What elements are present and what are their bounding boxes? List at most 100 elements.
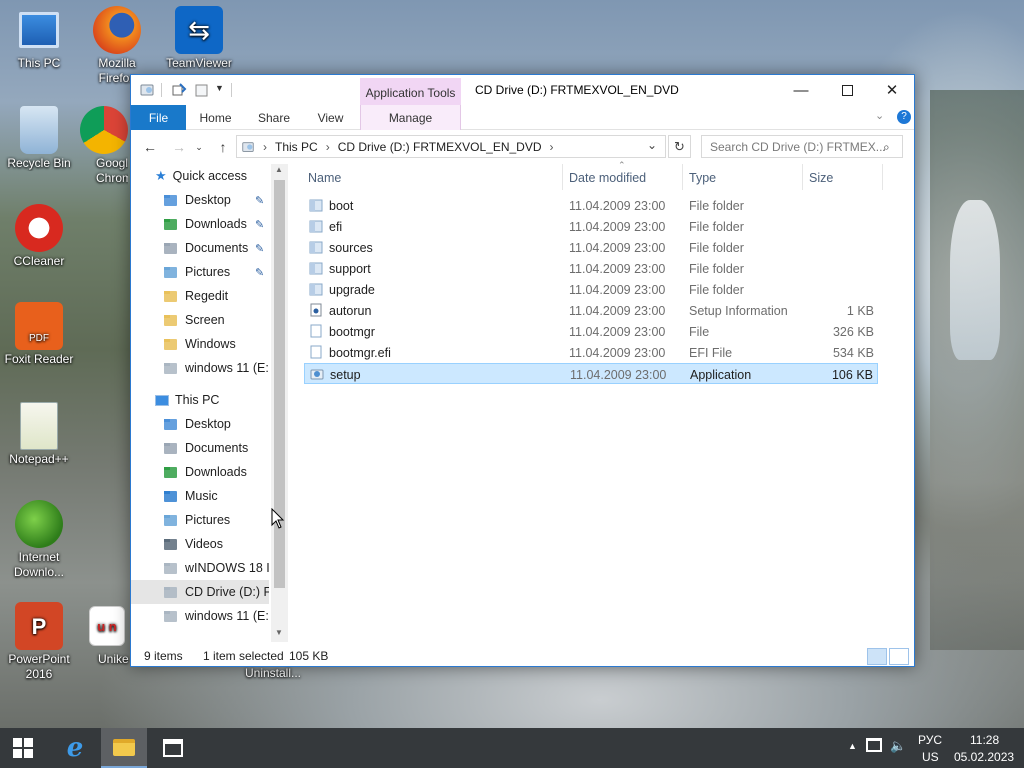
nav-quick-item[interactable]: Pictures ✎ bbox=[131, 260, 269, 284]
maximize-button[interactable] bbox=[824, 75, 870, 105]
file-type: Application bbox=[690, 368, 752, 382]
nav-pc-item[interactable]: Pictures bbox=[131, 508, 269, 532]
desktop-icon-ccleaner[interactable]: CCleaner bbox=[2, 204, 76, 269]
nav-quick-item[interactable]: Desktop ✎ bbox=[131, 188, 269, 212]
properties-icon[interactable] bbox=[171, 82, 187, 98]
minimize-button[interactable]: — bbox=[778, 75, 824, 105]
nav-quick-item[interactable]: Downloads ✎ bbox=[131, 212, 269, 236]
help-icon[interactable]: ? bbox=[897, 110, 911, 124]
desktop-icon-powerpoint[interactable]: P PowerPoint 2016 bbox=[2, 602, 76, 682]
nav-label: Downloads bbox=[185, 217, 247, 231]
scroll-down-arrow[interactable]: ▼ bbox=[275, 628, 283, 637]
taskbar-internet-explorer[interactable]: e bbox=[52, 728, 98, 768]
desktop-icon-recycle-bin[interactable]: Recycle Bin bbox=[2, 106, 76, 171]
taskbar-store[interactable] bbox=[150, 728, 196, 768]
nav-quick-item[interactable]: Windows bbox=[131, 332, 269, 356]
close-button[interactable]: ✕ bbox=[869, 75, 915, 105]
nav-quick-item[interactable]: Documents ✎ bbox=[131, 236, 269, 260]
table-row[interactable]: efi 11.04.2009 23:00 File folder bbox=[304, 216, 878, 237]
selection-size: 105 KB bbox=[289, 649, 329, 663]
nav-quick-item[interactable]: windows 11 (E:) bbox=[131, 356, 269, 380]
address-bar-row: ← → ⌄ ↑ › This PC › CD Drive (D:) FRTMEX… bbox=[131, 131, 914, 162]
videos-icon bbox=[164, 539, 177, 550]
table-row[interactable]: autorun 11.04.2009 23:00 Setup Informati… bbox=[304, 300, 878, 321]
column-header-name[interactable]: Name bbox=[304, 164, 563, 190]
keyboard-layout[interactable]: US bbox=[922, 750, 939, 764]
new-folder-icon[interactable] bbox=[194, 82, 210, 98]
nav-scrollbar[interactable]: ▲ ▼ bbox=[271, 164, 288, 642]
back-button[interactable]: ← bbox=[139, 137, 161, 157]
desktop-icon-foxit[interactable]: PDF Foxit Reader bbox=[2, 302, 76, 367]
clock-date[interactable]: 05.02.2023 bbox=[954, 750, 1014, 764]
language-indicator[interactable]: РУС bbox=[918, 733, 942, 747]
clock-time[interactable]: 11:28 bbox=[970, 733, 999, 747]
nav-pc-item[interactable]: CD Drive (D:) FR bbox=[131, 580, 269, 604]
nav-label: Videos bbox=[185, 537, 223, 551]
expand-ribbon-chevron-icon[interactable]: ⌄ bbox=[875, 109, 884, 122]
column-header-size[interactable]: Size bbox=[803, 164, 883, 190]
column-header-date[interactable]: Date modified bbox=[563, 164, 683, 190]
nav-pc-item[interactable]: Documents bbox=[131, 436, 269, 460]
desktop-icon-unikey[interactable]: u n Unike bbox=[84, 602, 130, 667]
large-icons-view-button[interactable] bbox=[889, 648, 909, 665]
customize-qa-chevron-icon[interactable]: ▼ bbox=[215, 83, 231, 99]
table-row[interactable]: sources 11.04.2009 23:00 File folder bbox=[304, 237, 878, 258]
nav-quick-access[interactable]: ★ Quick access bbox=[131, 164, 269, 188]
network-icon[interactable] bbox=[866, 738, 882, 752]
file-type: File bbox=[689, 325, 710, 339]
address-dropdown-chevron-icon[interactable]: ⌄ bbox=[647, 138, 657, 152]
nav-pc-item[interactable]: Downloads bbox=[131, 460, 269, 484]
nav-quick-item[interactable]: Screen bbox=[131, 308, 269, 332]
refresh-button[interactable]: ↻ bbox=[668, 135, 691, 158]
recycle-bin-icon bbox=[20, 106, 58, 154]
up-button[interactable]: ↑ bbox=[212, 137, 234, 157]
column-header-type[interactable]: Type bbox=[683, 164, 803, 190]
desktop-icon-notepadpp[interactable]: Notepad++ bbox=[2, 402, 76, 467]
desktop-icon-chrome[interactable]: Google Chrome bbox=[80, 106, 128, 186]
address-box[interactable]: › This PC › CD Drive (D:) FRTMEXVOL_EN_D… bbox=[236, 135, 666, 158]
table-row[interactable]: support 11.04.2009 23:00 File folder bbox=[304, 258, 878, 279]
nav-pc-item[interactable]: wINDOWS 18 IU bbox=[131, 556, 269, 580]
folder-icon bbox=[309, 262, 323, 275]
nav-this-pc[interactable]: This PC bbox=[131, 388, 269, 412]
documents-icon bbox=[164, 243, 177, 254]
table-row[interactable]: boot 11.04.2009 23:00 File folder bbox=[304, 195, 878, 216]
scroll-up-arrow[interactable]: ▲ bbox=[275, 165, 283, 174]
nav-quick-item[interactable]: Regedit bbox=[131, 284, 269, 308]
desktop-icon-idm[interactable]: Internet Downlo... bbox=[2, 500, 76, 580]
title-bar[interactable]: ▼ Application Tools CD Drive (D:) FRTMEX… bbox=[131, 75, 914, 105]
maximize-icon bbox=[841, 84, 853, 96]
tab-share[interactable]: Share bbox=[250, 105, 298, 130]
monitor-icon bbox=[155, 394, 169, 406]
nav-pc-item[interactable]: Music bbox=[131, 484, 269, 508]
file-date: 11.04.2009 23:00 bbox=[569, 325, 666, 339]
table-row[interactable]: bootmgr.efi 11.04.2009 23:00 EFI File 53… bbox=[304, 342, 878, 363]
details-view-button[interactable] bbox=[867, 648, 887, 665]
table-row[interactable]: setup 11.04.2009 23:00 Application 106 K… bbox=[304, 363, 878, 384]
forward-button[interactable]: → bbox=[168, 137, 190, 157]
ribbon-tabs: File Home Share View Manage ⌄ ? bbox=[131, 105, 914, 130]
nav-pc-item[interactable]: windows 11 (E:) bbox=[131, 604, 269, 628]
tray-overflow-icon[interactable]: ▲ bbox=[848, 741, 857, 751]
file-date: 11.04.2009 23:00 bbox=[569, 220, 666, 234]
desktop-icon-teamviewer[interactable]: ⇆ TeamViewer bbox=[162, 6, 236, 71]
table-row[interactable]: upgrade 11.04.2009 23:00 File folder bbox=[304, 279, 878, 300]
file-date: 11.04.2009 23:00 bbox=[569, 262, 666, 276]
tab-view[interactable]: View bbox=[309, 105, 352, 130]
nav-pc-item[interactable]: Desktop bbox=[131, 412, 269, 436]
table-row[interactable]: bootmgr 11.04.2009 23:00 File 326 KB bbox=[304, 321, 878, 342]
volume-muted-icon[interactable]: 🔈 bbox=[890, 738, 906, 754]
tab-home[interactable]: Home bbox=[193, 105, 238, 130]
tab-manage[interactable]: Manage bbox=[360, 105, 461, 130]
search-input[interactable]: Search CD Drive (D:) FRTMEX... bbox=[701, 135, 903, 158]
breadcrumb-this-pc[interactable]: This PC bbox=[275, 140, 318, 154]
tab-file[interactable]: File bbox=[131, 105, 186, 130]
taskbar-file-explorer[interactable] bbox=[101, 728, 147, 768]
nav-pc-item[interactable]: Videos bbox=[131, 532, 269, 556]
nav-label: Pictures bbox=[185, 513, 231, 527]
file-date: 11.04.2009 23:00 bbox=[570, 368, 667, 382]
breadcrumb-cd-drive[interactable]: CD Drive (D:) FRTMEXVOL_EN_DVD bbox=[338, 140, 542, 154]
desktop-icon-this-pc[interactable]: This PC bbox=[2, 6, 76, 71]
recent-locations-chevron-icon[interactable]: ⌄ bbox=[193, 137, 205, 157]
start-button[interactable] bbox=[0, 728, 46, 768]
